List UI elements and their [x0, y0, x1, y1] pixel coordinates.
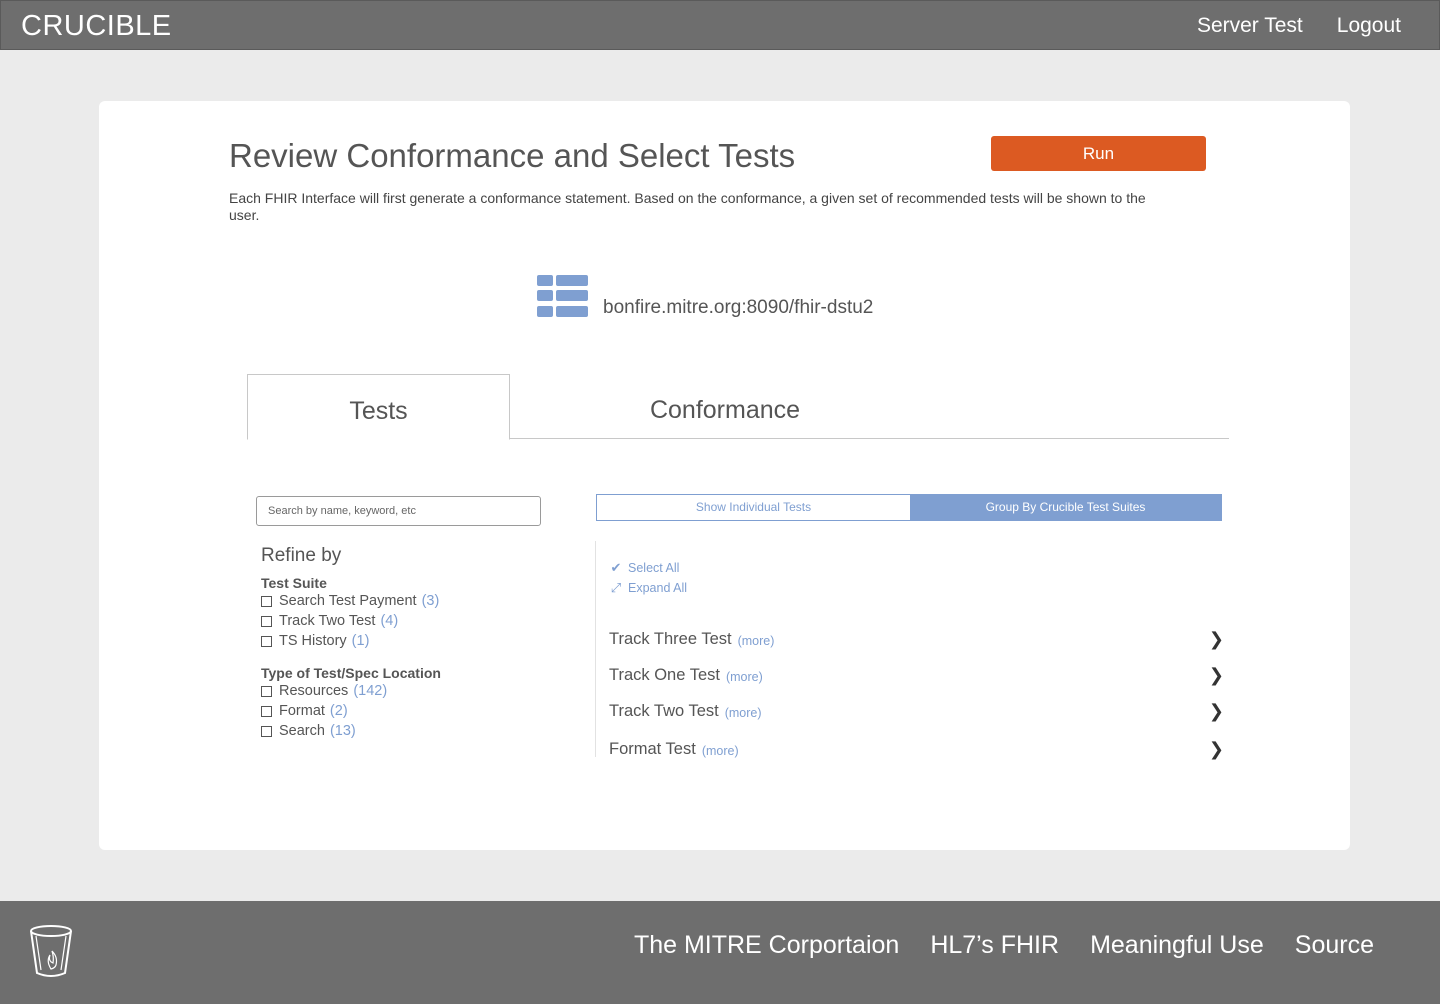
- suite-row-track-three[interactable]: Track Three Test (more) ❯: [609, 621, 1224, 657]
- chevron-right-icon[interactable]: ❯: [1209, 665, 1224, 686]
- select-all-label: Select All: [628, 561, 680, 575]
- crucible-logo-icon: [30, 925, 72, 977]
- filter-group-test-suite: Test Suite Search Test Payment (3) Track…: [261, 575, 439, 651]
- footer-link-mitre[interactable]: The MITRE Corportaion: [634, 931, 899, 960]
- filter-count: (13): [329, 723, 356, 739]
- more-link[interactable]: (more): [725, 706, 762, 720]
- brand-logo[interactable]: CRUCIBLE: [21, 10, 172, 43]
- view-toggle: Show Individual Tests Group By Crucible …: [596, 494, 1222, 521]
- chevron-right-icon[interactable]: ❯: [1209, 701, 1224, 722]
- filter-format[interactable]: Format (2): [261, 701, 441, 721]
- filter-label: Resources: [279, 683, 349, 699]
- filter-label: Format: [279, 703, 325, 719]
- search-input[interactable]: [256, 496, 541, 526]
- filter-label: Search Test Payment: [279, 593, 417, 609]
- group-by-suites-button[interactable]: Group By Crucible Test Suites: [910, 495, 1221, 520]
- suite-name: Track One Test: [609, 665, 720, 684]
- more-link[interactable]: (more): [702, 744, 739, 758]
- filter-count: (1): [351, 633, 370, 649]
- page-title: Review Conformance and Select Tests: [229, 137, 796, 174]
- expand-arrows-icon: ⤢: [610, 580, 622, 595]
- tab-conformance[interactable]: Conformance: [510, 374, 940, 438]
- filter-count: (3): [421, 593, 440, 609]
- filter-label: Search: [279, 723, 325, 739]
- footer-link-meaningful-use[interactable]: Meaningful Use: [1090, 931, 1264, 960]
- chevron-right-icon[interactable]: ❯: [1209, 739, 1224, 760]
- more-link[interactable]: (more): [726, 670, 763, 684]
- suite-name: Track Three Test: [609, 629, 732, 648]
- server-url: bonfire.mitre.org:8090/fhir-dstu2: [603, 297, 874, 318]
- footer-link-hl7-fhir[interactable]: HL7’s FHIR: [930, 931, 1059, 960]
- checkbox[interactable]: [261, 635, 272, 647]
- more-link[interactable]: (more): [738, 634, 775, 648]
- suite-row-track-two[interactable]: Track Two Test (more) ❯: [609, 693, 1224, 729]
- filter-search-test-payment[interactable]: Search Test Payment (3): [261, 591, 439, 611]
- filter-label: Track Two Test: [279, 613, 376, 629]
- filter-group-title: Test Suite: [261, 575, 327, 591]
- expand-all-link[interactable]: ⤢ Expand All: [609, 578, 687, 598]
- checkbox[interactable]: [261, 595, 272, 607]
- checkbox[interactable]: [261, 705, 272, 717]
- nav-server-test-link[interactable]: Server Test: [1197, 14, 1303, 38]
- server-info: bonfire.mitre.org:8090/fhir-dstu2: [537, 273, 873, 319]
- refine-by-heading: Refine by: [261, 545, 342, 566]
- filter-ts-history[interactable]: TS History (1): [261, 631, 439, 651]
- suite-row-format[interactable]: Format Test (more) ❯: [609, 731, 1224, 767]
- filter-label: TS History: [279, 633, 347, 649]
- nav-logout-link[interactable]: Logout: [1337, 14, 1401, 38]
- results-divider: [595, 541, 596, 757]
- show-individual-tests-button[interactable]: Show Individual Tests: [597, 495, 910, 520]
- footer-nav: The MITRE Corportaion HL7’s FHIR Meaning…: [634, 931, 1374, 960]
- intro-text: Each FHIR Interface will first generate …: [229, 190, 1146, 223]
- suite-name: Track Two Test: [609, 701, 719, 720]
- filter-track-two-test[interactable]: Track Two Test (4): [261, 611, 439, 631]
- filter-count: (2): [329, 703, 348, 719]
- filter-resources[interactable]: Resources (142): [261, 681, 441, 701]
- filter-count: (142): [353, 683, 388, 699]
- checkbox[interactable]: [261, 615, 272, 627]
- top-navbar: CRUCIBLE Server Test Logout: [0, 0, 1440, 50]
- tab-tests[interactable]: Tests: [247, 374, 510, 440]
- checkbox[interactable]: [261, 725, 272, 737]
- footer: The MITRE Corportaion HL7’s FHIR Meaning…: [0, 901, 1440, 1004]
- filter-group-test-type: Type of Test/Spec Location Resources (14…: [261, 665, 441, 741]
- filter-group-title: Type of Test/Spec Location: [261, 665, 441, 681]
- suite-row-track-one[interactable]: Track One Test (more) ❯: [609, 657, 1224, 693]
- filter-search[interactable]: Search (13): [261, 721, 441, 741]
- footer-link-source[interactable]: Source: [1295, 931, 1374, 960]
- checkbox[interactable]: [261, 685, 272, 697]
- server-list-icon: [537, 275, 589, 317]
- bulk-actions: ✔ Select All ⤢ Expand All: [609, 558, 688, 598]
- top-nav: Server Test Logout: [1197, 14, 1401, 38]
- main-card: Review Conformance and Select Tests Run …: [99, 101, 1350, 850]
- chevron-right-icon[interactable]: ❯: [1209, 629, 1224, 650]
- suite-name: Format Test: [609, 739, 696, 758]
- expand-all-label: Expand All: [628, 581, 688, 595]
- checkmark-icon: ✔: [610, 560, 622, 575]
- filter-count: (4): [380, 613, 399, 629]
- suite-list: Track Three Test (more) ❯ Track One Test…: [609, 621, 1224, 767]
- run-button[interactable]: Run: [991, 136, 1206, 171]
- select-all-link[interactable]: ✔ Select All: [609, 558, 687, 578]
